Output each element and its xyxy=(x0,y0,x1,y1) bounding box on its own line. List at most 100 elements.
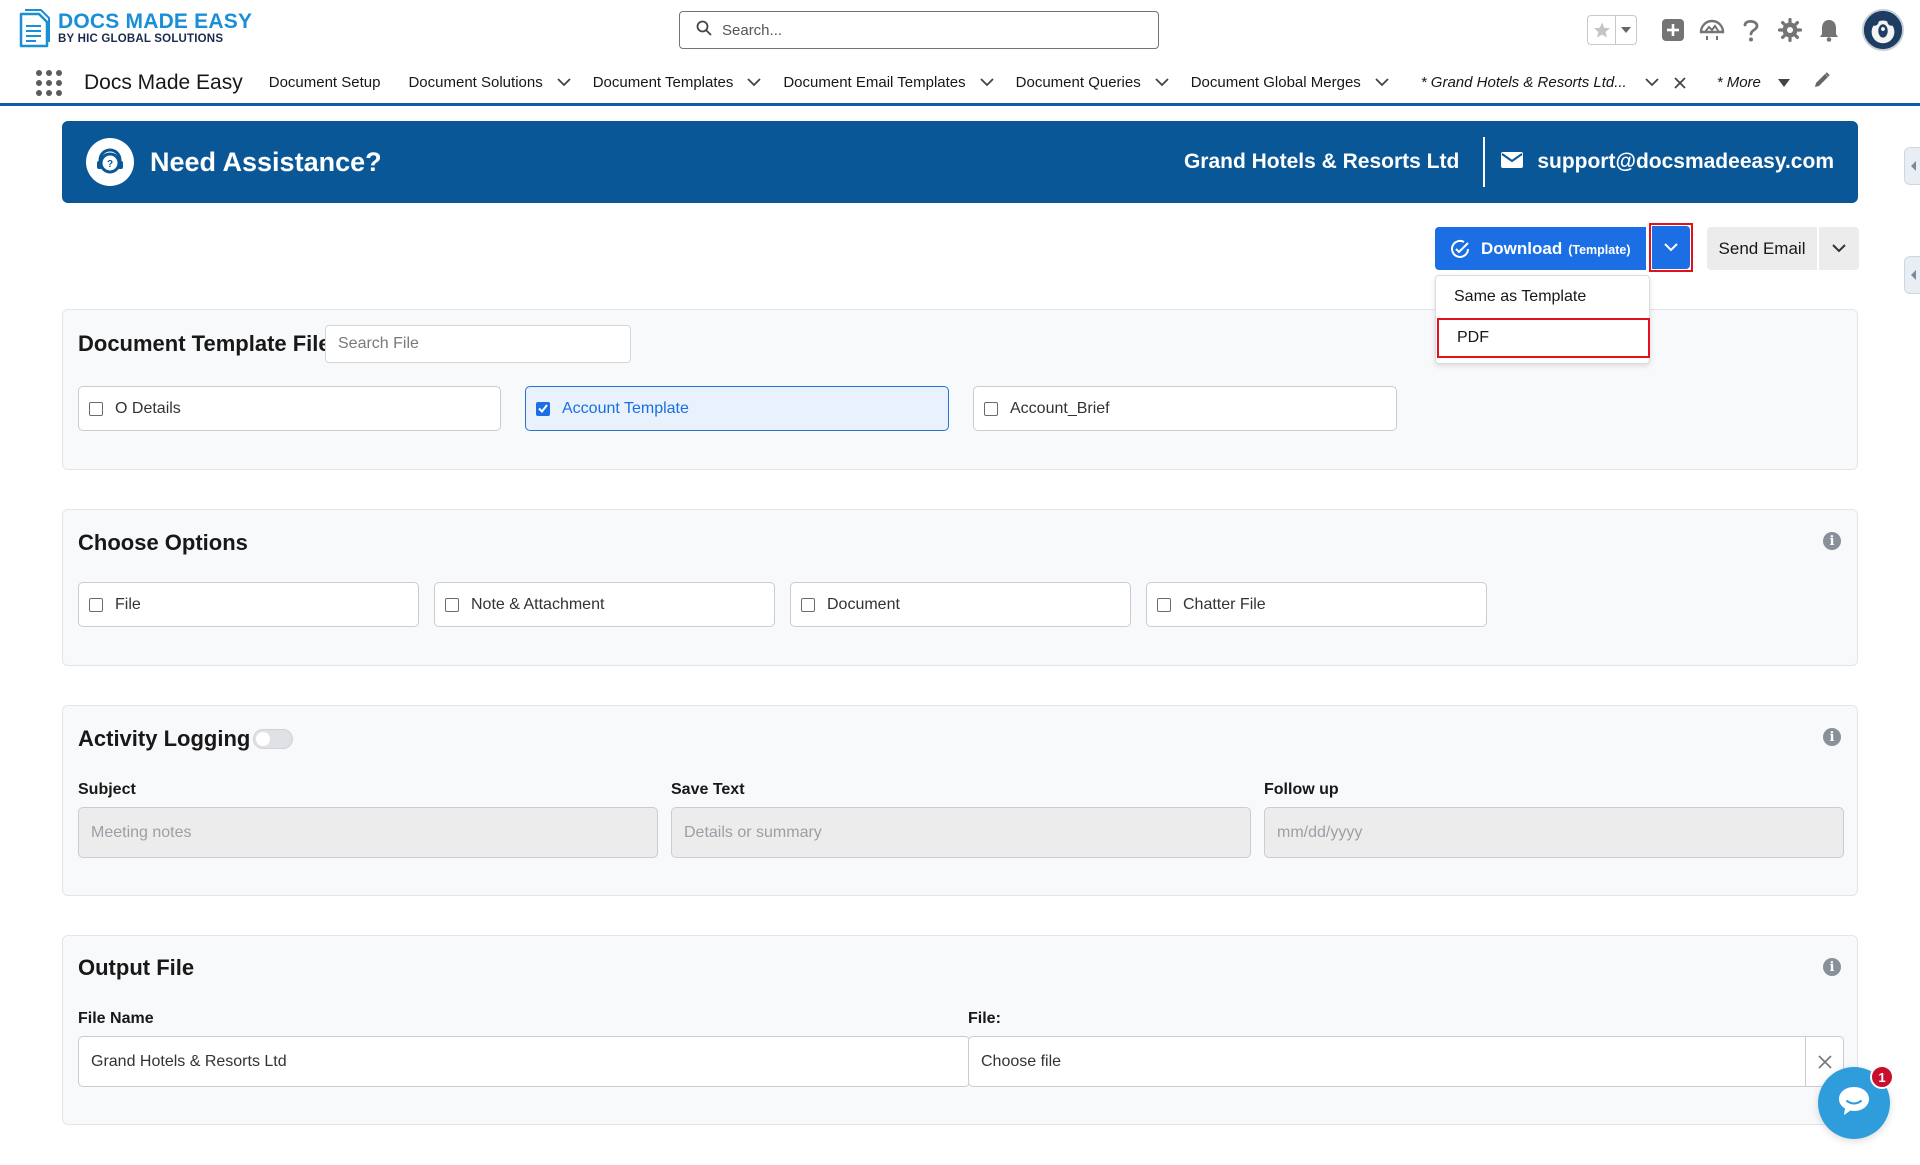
download-format-menu: Same as Template PDF xyxy=(1435,275,1650,364)
favorites-control[interactable] xyxy=(1587,15,1637,45)
download-button[interactable]: Download (Template) xyxy=(1435,227,1646,270)
checkbox[interactable] xyxy=(1157,597,1171,612)
chat-bubble-icon xyxy=(1836,1084,1872,1123)
svg-text:?: ? xyxy=(107,159,113,170)
activity-logging-card: Activity Logging i Subject Meeting notes… xyxy=(62,705,1858,896)
notification-bell-icon[interactable] xyxy=(1815,16,1843,44)
global-search[interactable] xyxy=(679,11,1159,49)
option-label: Document xyxy=(827,595,900,613)
checkbox[interactable] xyxy=(801,597,815,612)
file-name-input[interactable]: Grand Hotels & Resorts Ltd xyxy=(78,1036,970,1087)
checkbox[interactable] xyxy=(984,401,998,416)
tab-active-record[interactable]: * Grand Hotels & Resorts Ltd... xyxy=(1421,61,1689,105)
nav-item-document-global-merges[interactable]: Document Global Merges xyxy=(1191,61,1397,105)
template-option-label: Account Template xyxy=(562,399,689,417)
option-document[interactable]: Document xyxy=(790,582,1131,627)
more-label: * More xyxy=(1716,74,1761,91)
follow-up-date-input[interactable]: mm/dd/yyyy xyxy=(1264,807,1844,858)
nav-item-label: Document Solutions xyxy=(408,74,543,91)
support-headset-icon: ? xyxy=(86,138,134,186)
support-email-link[interactable]: support@docsmadeeasy.com xyxy=(1501,150,1834,174)
template-option-account-brief[interactable]: Account_Brief xyxy=(973,386,1397,431)
template-option-label: Account_Brief xyxy=(1010,399,1110,417)
follow-up-label: Follow up xyxy=(1264,781,1339,798)
option-note-attachment[interactable]: Note & Attachment xyxy=(434,582,775,627)
app-name: Docs Made Easy xyxy=(84,70,243,94)
option-label: Note & Attachment xyxy=(471,595,605,613)
global-header: DOCS MADE EASY BY HIC GLOBAL SOLUTIONS xyxy=(0,0,1920,62)
nav-item-document-setup[interactable]: Document Setup xyxy=(269,61,381,105)
file-name-label: File Name xyxy=(78,1010,154,1027)
download-options-dropdown-button[interactable] xyxy=(1649,223,1693,272)
support-email[interactable]: support@docsmadeeasy.com xyxy=(1537,150,1834,174)
help-icon[interactable] xyxy=(1737,16,1765,44)
chevron-down-icon[interactable] xyxy=(1643,78,1661,87)
activity-logging-toggle[interactable] xyxy=(253,729,293,749)
search-input[interactable] xyxy=(722,21,1122,39)
right-panel-handle-bottom[interactable] xyxy=(1904,256,1920,294)
settings-gear-icon[interactable] xyxy=(1776,16,1804,44)
caret-down-icon[interactable] xyxy=(1775,78,1793,87)
menu-item-same-as-template[interactable]: Same as Template xyxy=(1436,276,1649,318)
user-avatar[interactable] xyxy=(1862,9,1904,51)
option-chatter-file[interactable]: Chatter File xyxy=(1146,582,1487,627)
star-icon[interactable] xyxy=(1588,16,1616,44)
checkbox[interactable] xyxy=(89,401,103,416)
checkbox-checked[interactable] xyxy=(536,401,550,416)
save-text-input[interactable]: Details or summary xyxy=(671,807,1251,858)
right-panel-handle-top[interactable] xyxy=(1904,147,1920,185)
checkbox[interactable] xyxy=(445,597,459,612)
nav-item-document-queries[interactable]: Document Queries xyxy=(1016,61,1177,105)
output-file-card: Output File i File Name Grand Hotels & R… xyxy=(62,935,1858,1125)
chevron-down-icon[interactable] xyxy=(1373,78,1391,87)
send-email-dropdown-button[interactable] xyxy=(1819,227,1859,270)
logo-subtitle: BY HIC GLOBAL SOLUTIONS xyxy=(58,32,224,45)
chevron-down-icon[interactable] xyxy=(555,78,573,87)
trailhead-icon[interactable] xyxy=(1698,16,1726,44)
assistance-banner: ? Need Assistance? Grand Hotels & Resort… xyxy=(62,121,1858,203)
document-logo-icon xyxy=(18,8,52,48)
choose-options-title: Choose Options xyxy=(78,530,248,555)
check-circle-icon xyxy=(1449,238,1471,260)
nav-more-menu[interactable]: * More xyxy=(1717,61,1799,105)
chevron-down-icon xyxy=(1664,239,1678,257)
nav-item-document-templates[interactable]: Document Templates xyxy=(593,61,770,105)
info-icon[interactable]: i xyxy=(1823,532,1841,550)
close-tab-icon[interactable] xyxy=(1671,76,1689,89)
chevron-down-icon xyxy=(1832,240,1846,258)
app-launcher-icon[interactable] xyxy=(34,68,64,98)
app-navigation-bar: Docs Made Easy Document Setup Document S… xyxy=(0,62,1920,106)
save-text-label: Save Text xyxy=(671,781,745,798)
nav-item-label: Document Templates xyxy=(592,74,734,91)
chat-widget-button[interactable]: 1 xyxy=(1818,1065,1894,1139)
chevron-down-icon[interactable] xyxy=(745,78,763,87)
option-label: Chatter File xyxy=(1183,595,1266,613)
nav-item-document-solutions[interactable]: Document Solutions xyxy=(408,61,578,105)
template-option-account-template[interactable]: Account Template xyxy=(525,386,949,431)
header-utility-icons xyxy=(1587,8,1920,52)
mail-envelope-icon xyxy=(1501,151,1524,173)
nav-item-label: Document Setup xyxy=(268,74,381,91)
info-icon[interactable]: i xyxy=(1823,958,1841,976)
info-icon[interactable]: i xyxy=(1823,728,1841,746)
menu-item-pdf[interactable]: PDF xyxy=(1437,318,1650,358)
caret-down-icon[interactable] xyxy=(1616,26,1636,34)
docs-made-easy-logo[interactable]: DOCS MADE EASY BY HIC GLOBAL SOLUTIONS xyxy=(18,8,252,48)
search-file-input[interactable] xyxy=(325,325,631,363)
send-email-button[interactable]: Send Email xyxy=(1707,227,1817,270)
option-file[interactable]: File xyxy=(78,582,419,627)
template-option-o-details[interactable]: O Details xyxy=(78,386,501,431)
nav-item-document-email-templates[interactable]: Document Email Templates xyxy=(783,61,1001,105)
add-icon[interactable] xyxy=(1659,16,1687,44)
checkbox[interactable] xyxy=(89,597,103,612)
chevron-down-icon[interactable] xyxy=(1153,78,1171,87)
banner-title: Need Assistance? xyxy=(150,146,382,177)
logo-title: DOCS MADE EASY xyxy=(58,9,253,33)
subject-input[interactable]: Meeting notes xyxy=(78,807,658,858)
output-file-title: Output File xyxy=(78,955,195,980)
nav-item-label: Document Email Templates xyxy=(783,74,966,91)
choose-file-input[interactable]: Choose file xyxy=(968,1036,1844,1087)
chevron-down-icon[interactable] xyxy=(978,78,996,87)
active-tab-label: * Grand Hotels & Resorts Ltd... xyxy=(1420,74,1627,91)
edit-pencil-icon[interactable] xyxy=(1813,71,1831,94)
